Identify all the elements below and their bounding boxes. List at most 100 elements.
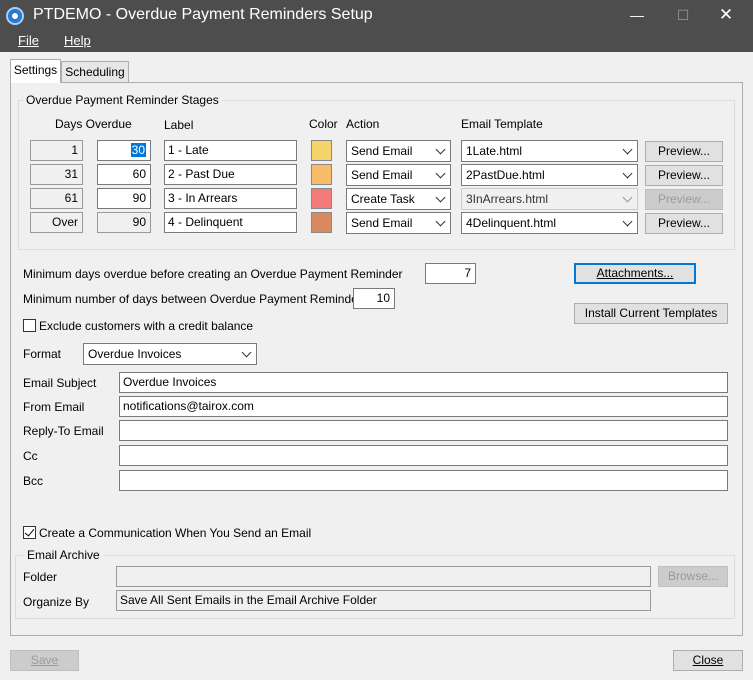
- bcc-label: Bcc: [23, 474, 44, 488]
- create-communication-label[interactable]: Create a Communication When You Send an …: [39, 526, 311, 540]
- maximize-button[interactable]: ☐: [660, 0, 706, 32]
- install-templates-button[interactable]: Install Current Templates: [574, 303, 728, 324]
- stage-2-preview-button[interactable]: Preview...: [645, 165, 723, 186]
- stage-1-color-swatch[interactable]: [311, 140, 332, 161]
- menu-file-label: File: [18, 33, 39, 48]
- chevron-down-icon: [435, 216, 446, 227]
- stage-4-to-field: 90: [97, 212, 151, 233]
- browse-button: Browse...: [658, 566, 728, 587]
- app-icon: [6, 7, 24, 25]
- format-select[interactable]: Overdue Invoices: [83, 343, 257, 365]
- min-days-field[interactable]: 7: [425, 263, 476, 284]
- stage-4-template-value: 4Delinquent.html: [466, 216, 557, 230]
- menu-bar: File Help: [0, 32, 753, 52]
- folder-field: [116, 566, 651, 587]
- save-button: Save: [10, 650, 79, 671]
- cc-field[interactable]: [119, 445, 728, 466]
- stage-2-action-value: Send Email: [351, 168, 413, 182]
- close-window-button[interactable]: ✕: [703, 0, 749, 32]
- stage-4-action-value: Send Email: [351, 216, 413, 230]
- email-archive-label: Email Archive: [24, 548, 103, 562]
- stage-2-action-select[interactable]: Send Email: [346, 164, 451, 186]
- stage-3-template-value: 3InArrears.html: [466, 192, 549, 206]
- email-subject-label: Email Subject: [23, 376, 97, 390]
- label-header: Label: [164, 118, 194, 132]
- stage-2-from-field: 31: [30, 164, 83, 185]
- chevron-down-icon: [435, 168, 446, 179]
- stage-2-label-field[interactable]: 2 - Past Due: [164, 164, 297, 185]
- menu-help-label: Help: [64, 33, 91, 48]
- stage-4-color-swatch[interactable]: [311, 212, 332, 233]
- folder-label: Folder: [23, 570, 58, 584]
- stage-3-to-field[interactable]: 90: [97, 188, 151, 209]
- email-subject-field[interactable]: Overdue Invoices: [119, 372, 728, 393]
- stage-4-label-field[interactable]: 4 - Delinquent: [164, 212, 297, 233]
- stage-1-action-value: Send Email: [351, 144, 413, 158]
- attachments-button-label: Attachments...: [596, 266, 674, 280]
- chevron-down-icon: [241, 347, 252, 358]
- stage-2-template-value: 2PastDue.html: [466, 168, 545, 182]
- menu-help[interactable]: Help: [64, 33, 91, 48]
- chevron-down-icon: [622, 144, 633, 155]
- chevron-down-icon: [435, 144, 446, 155]
- create-communication-checkbox[interactable]: [23, 526, 36, 539]
- close-button[interactable]: Close: [673, 650, 743, 671]
- stage-1-template-value: 1Late.html: [466, 144, 523, 158]
- stage-1-label-field[interactable]: 1 - Late: [164, 140, 297, 161]
- close-button-label: Close: [692, 653, 724, 667]
- stage-4-action-select[interactable]: Send Email: [346, 212, 451, 234]
- stage-3-from-field: 61: [30, 188, 83, 209]
- stage-3-action-select[interactable]: Create Task: [346, 188, 451, 210]
- stage-2-to-field[interactable]: 60: [97, 164, 151, 185]
- chevron-down-icon: [622, 216, 633, 227]
- attachments-button[interactable]: Attachments...: [574, 263, 696, 284]
- window-title: PTDEMO - Overdue Payment Reminders Setup: [33, 6, 373, 23]
- organize-by-label: Organize By: [23, 595, 90, 609]
- stage-4-template-select[interactable]: 4Delinquent.html: [461, 212, 638, 234]
- tab-settings[interactable]: Settings: [10, 59, 61, 83]
- format-label: Format: [23, 347, 62, 361]
- stage-1-from-field: 1: [30, 140, 83, 161]
- browse-button-label: Browse...: [667, 569, 718, 583]
- stages-group-label: Overdue Payment Reminder Stages: [23, 93, 222, 107]
- chevron-down-icon: [435, 192, 446, 203]
- min-between-field[interactable]: 10: [353, 288, 395, 309]
- min-days-label: Minimum days overdue before creating an …: [23, 267, 403, 281]
- stage-3-label-field[interactable]: 3 - In Arrears: [164, 188, 297, 209]
- chevron-down-icon: [622, 168, 633, 179]
- stage-3-template-select: 3InArrears.html: [461, 188, 638, 210]
- color-header: Color: [309, 117, 338, 131]
- stage-3-action-value: Create Task: [351, 192, 415, 206]
- exclude-credit-label[interactable]: Exclude customers with a credit balance: [39, 319, 253, 333]
- stage-1-to-field[interactable]: 30: [97, 140, 151, 161]
- action-header: Action: [346, 117, 380, 131]
- organize-by-field: Save All Sent Emails in the Email Archiv…: [116, 590, 651, 611]
- from-email-label: From Email: [23, 400, 85, 414]
- min-between-label: Minimum number of days between Overdue P…: [23, 292, 368, 306]
- minimize-button[interactable]: —: [614, 0, 660, 32]
- bcc-field[interactable]: [119, 470, 728, 491]
- stage-2-color-swatch[interactable]: [311, 164, 332, 185]
- stage-1-preview-button[interactable]: Preview...: [645, 141, 723, 162]
- from-email-field[interactable]: notifications@tairox.com: [119, 396, 728, 417]
- reply-to-label: Reply-To Email: [23, 424, 104, 438]
- email-template-header: Email Template: [461, 117, 543, 131]
- days-overdue-header: Days Overdue: [55, 117, 132, 131]
- stage-3-preview-button: Preview...: [645, 189, 723, 210]
- title-bar: PTDEMO - Overdue Payment Reminders Setup…: [0, 0, 753, 32]
- stage-1-action-select[interactable]: Send Email: [346, 140, 451, 162]
- stage-3-color-swatch[interactable]: [311, 188, 332, 209]
- save-button-label: Save: [30, 653, 59, 667]
- stage-1-template-select[interactable]: 1Late.html: [461, 140, 638, 162]
- stage-4-from-field: Over: [30, 212, 83, 233]
- reply-to-field[interactable]: [119, 420, 728, 441]
- stage-1-to-value: 30: [130, 143, 146, 157]
- chevron-down-icon: [622, 192, 633, 203]
- format-value: Overdue Invoices: [88, 347, 182, 361]
- cc-label: Cc: [23, 449, 38, 463]
- tab-scheduling[interactable]: Scheduling: [61, 61, 129, 83]
- stage-2-template-select[interactable]: 2PastDue.html: [461, 164, 638, 186]
- exclude-credit-checkbox[interactable]: [23, 319, 36, 332]
- stage-4-preview-button[interactable]: Preview...: [645, 213, 723, 234]
- menu-file[interactable]: File: [18, 33, 39, 48]
